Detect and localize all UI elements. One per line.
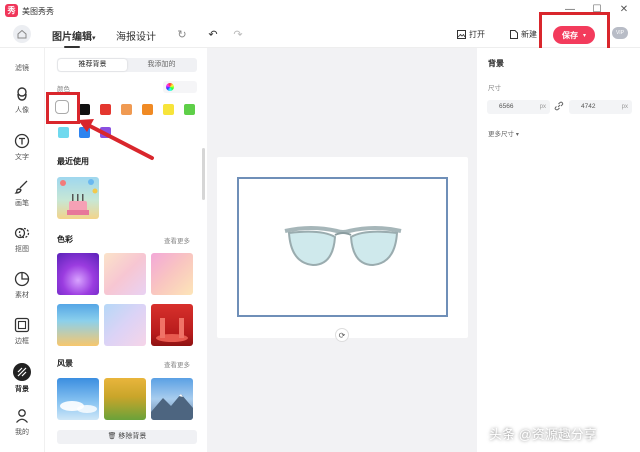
tab-image-edit[interactable]: 图片编辑▾ (52, 28, 96, 43)
home-icon (17, 29, 27, 39)
file-icon (510, 30, 518, 39)
app-title: 美图秀秀 (22, 7, 54, 16)
color-swatch-light-orange[interactable] (121, 104, 132, 115)
recent-background-thumbnail[interactable] (57, 177, 99, 219)
rail-item-portrait[interactable]: 人像 (0, 86, 44, 126)
image-icon (457, 30, 466, 39)
color-swatch-yellow[interactable] (163, 104, 174, 115)
portrait-icon (17, 87, 27, 101)
color-swatch-black[interactable] (79, 104, 90, 115)
recent-section-title: 最近使用 (57, 157, 89, 166)
open-button[interactable]: 打开 (457, 29, 485, 40)
color-category-title: 色彩 (57, 235, 73, 244)
chevron-down-icon: ▾ (92, 35, 96, 42)
cutout-icon (14, 227, 30, 239)
redo-icon[interactable]: ↷ (230, 27, 246, 43)
side-rail: 滤镜 人像 文字 画笔 抠图 素材 边框 背景 我的 (0, 48, 44, 452)
crop-edge-bottom (237, 315, 448, 317)
color-swatch-purple[interactable] (100, 127, 111, 138)
width-input[interactable]: 6566 px (487, 100, 550, 114)
crop-edge-top (237, 177, 448, 179)
rail-item-text[interactable]: 文字 (0, 133, 44, 173)
crop-corner-left[interactable] (237, 177, 249, 317)
white-swatch-highlight-box (46, 92, 80, 124)
new-button[interactable]: 新建 (510, 29, 537, 40)
watermark: 头条 @资源趣分享 (489, 427, 597, 442)
red-stage-image (156, 318, 188, 342)
rail-item-cutout[interactable]: 抠图 (0, 225, 44, 265)
rail-item-frame[interactable]: 边框 (0, 317, 44, 357)
height-input[interactable]: 4742 px (569, 100, 632, 114)
color-picker-button[interactable] (163, 81, 197, 93)
scenery-background-thumbnail[interactable] (104, 378, 146, 420)
color-background-thumbnail[interactable] (57, 253, 99, 295)
frame-icon (14, 317, 30, 333)
color-background-thumbnail[interactable] (104, 304, 146, 346)
color-swatch-cyan[interactable] (58, 127, 69, 138)
color-swatch-blue[interactable] (79, 127, 90, 138)
rail-item-brush[interactable]: 画笔 (0, 179, 44, 219)
color-background-thumbnail[interactable] (151, 304, 193, 346)
color-see-more-link[interactable]: 查看更多 (164, 235, 190, 245)
panel-scrollbar[interactable] (202, 148, 205, 200)
tab-recommended-backgrounds[interactable]: 推荐背景 (58, 59, 127, 71)
color-swatch-orange[interactable] (142, 104, 153, 115)
rail-item-mine[interactable]: 我的 (0, 408, 44, 448)
home-button[interactable] (13, 25, 31, 43)
clouds-image (60, 401, 97, 413)
properties-panel: 背景 尺寸 6566 px 4742 px 更多尺寸 ▾ (477, 48, 640, 452)
undo-icon[interactable]: ↶ (205, 27, 221, 43)
scenery-category-title: 风景 (57, 359, 73, 368)
remove-background-button[interactable]: 🗑 移除背景 (57, 430, 197, 444)
trash-icon: 🗑 (107, 433, 117, 440)
tab-my-backgrounds[interactable]: 我添加的 (127, 59, 196, 71)
aspect-lock-link-icon[interactable] (554, 101, 564, 111)
color-background-thumbnail[interactable] (151, 253, 193, 295)
close-icon[interactable]: ✕ (616, 3, 632, 17)
user-icon (16, 409, 28, 423)
size-label: 尺寸 (488, 85, 501, 92)
app-logo-icon: 秀 (5, 4, 18, 17)
scenery-background-thumbnail[interactable] (151, 378, 193, 420)
mountains-image (151, 394, 193, 420)
rotate-icon: ⟳ (338, 330, 346, 340)
color-background-thumbnail[interactable] (104, 253, 146, 295)
background-icon (13, 363, 31, 381)
color-background-thumbnail[interactable] (57, 304, 99, 346)
sunglasses-image (284, 226, 402, 267)
birthday-cake-image (60, 179, 98, 215)
rotate-button[interactable]: ⟳ (335, 328, 349, 342)
tab-poster-design[interactable]: 海报设计 (116, 28, 156, 43)
crop-corner-right[interactable] (436, 177, 448, 317)
chevron-down-icon: ▾ (515, 132, 519, 138)
background-source-toggle: 推荐背景 我添加的 (57, 58, 197, 72)
history-icon[interactable]: ↻ (174, 27, 190, 43)
rail-item-sticker[interactable]: 素材 (0, 271, 44, 311)
rail-item-background[interactable]: 背景 (0, 363, 44, 403)
color-swatch-green[interactable] (184, 104, 195, 115)
brush-icon (14, 180, 28, 194)
color-wheel-icon (166, 83, 174, 91)
scenery-see-more-link[interactable]: 查看更多 (164, 359, 190, 369)
color-swatch-red[interactable] (100, 104, 111, 115)
canvas-card[interactable] (217, 157, 468, 338)
text-icon (14, 133, 30, 149)
properties-title: 背景 (488, 59, 504, 68)
vip-badge[interactable]: VIP (612, 27, 628, 39)
sticker-icon (14, 271, 30, 287)
scenery-background-thumbnail[interactable] (57, 378, 99, 420)
more-sizes-dropdown[interactable]: 更多尺寸 ▾ (488, 128, 519, 138)
